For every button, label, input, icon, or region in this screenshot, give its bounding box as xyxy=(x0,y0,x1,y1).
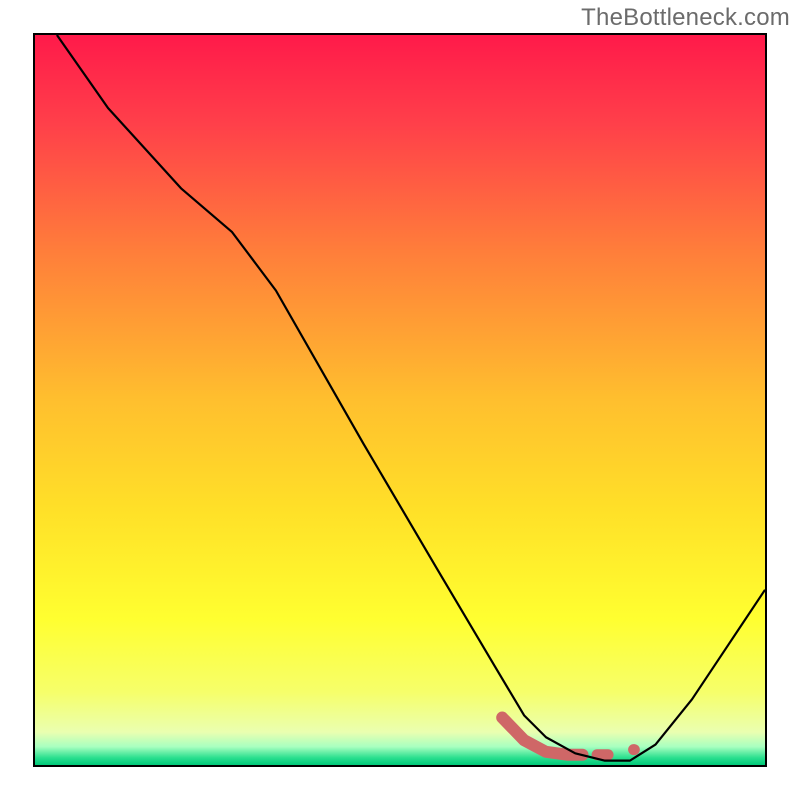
plot-area xyxy=(33,33,767,767)
series-highlight-main xyxy=(502,718,582,755)
watermark-text: TheBottleneck.com xyxy=(581,4,790,32)
chart-lines xyxy=(35,35,765,765)
chart-frame: TheBottleneck.com xyxy=(0,0,800,800)
series-curve xyxy=(57,35,765,761)
